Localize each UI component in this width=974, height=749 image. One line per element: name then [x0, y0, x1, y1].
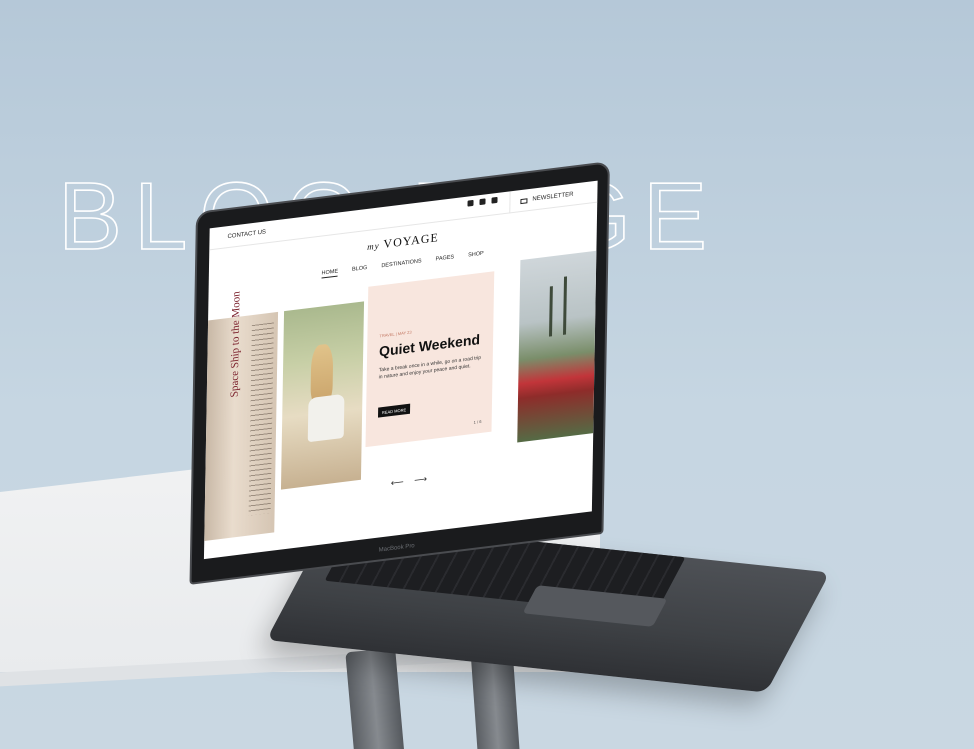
hero-text: Take a break once in a while, go on a ro…	[378, 354, 482, 381]
nav-item-pages[interactable]: PAGES	[435, 254, 455, 264]
read-more-button[interactable]: READ MORE	[377, 403, 411, 418]
hero-kicker: TRAVEL | MAY 23	[379, 329, 412, 339]
logo-name: VOYAGE	[383, 230, 439, 251]
youtube-icon[interactable]	[491, 196, 498, 204]
nav-item-blog[interactable]: BLOG	[352, 265, 367, 275]
mail-icon	[520, 197, 528, 204]
contact-link[interactable]: CONTACT US	[227, 229, 266, 240]
newsletter-label: NEWSLETTER	[532, 191, 574, 203]
book-text-lines	[248, 322, 274, 516]
social-links	[467, 196, 498, 207]
slider-arrows[interactable]: ⟵ ⟶	[391, 473, 431, 489]
table-leg-left	[345, 648, 405, 749]
palm-tree	[549, 286, 553, 337]
garden-photo	[517, 250, 597, 443]
nav-item-shop[interactable]: SHOP	[468, 251, 484, 261]
newsletter-button[interactable]: NEWSLETTER	[509, 180, 598, 214]
twitter-icon[interactable]	[467, 199, 474, 207]
instagram-icon[interactable]	[479, 198, 486, 206]
nav-item-home[interactable]: HOME	[321, 268, 339, 279]
slide-pager: 1 / 6	[473, 418, 482, 425]
book-photo: Space Ship to the Moon	[204, 291, 279, 542]
laptop-lid: CONTACT US NEWSLETTER my VOYAGE HOME BLO…	[189, 161, 610, 585]
nav-item-destinations[interactable]: DESTINATIONS	[381, 258, 421, 271]
hero-photo-woman	[280, 301, 365, 490]
hero-card: TRAVEL | MAY 23 Quiet Weekend Take a bre…	[365, 271, 495, 448]
laptop-screen: CONTACT US NEWSLETTER my VOYAGE HOME BLO…	[203, 180, 598, 560]
palm-tree	[563, 276, 568, 335]
woman-shirt	[307, 393, 345, 443]
book-title: Space Ship to the Moon	[228, 290, 243, 399]
logo-prefix: my	[367, 240, 380, 252]
